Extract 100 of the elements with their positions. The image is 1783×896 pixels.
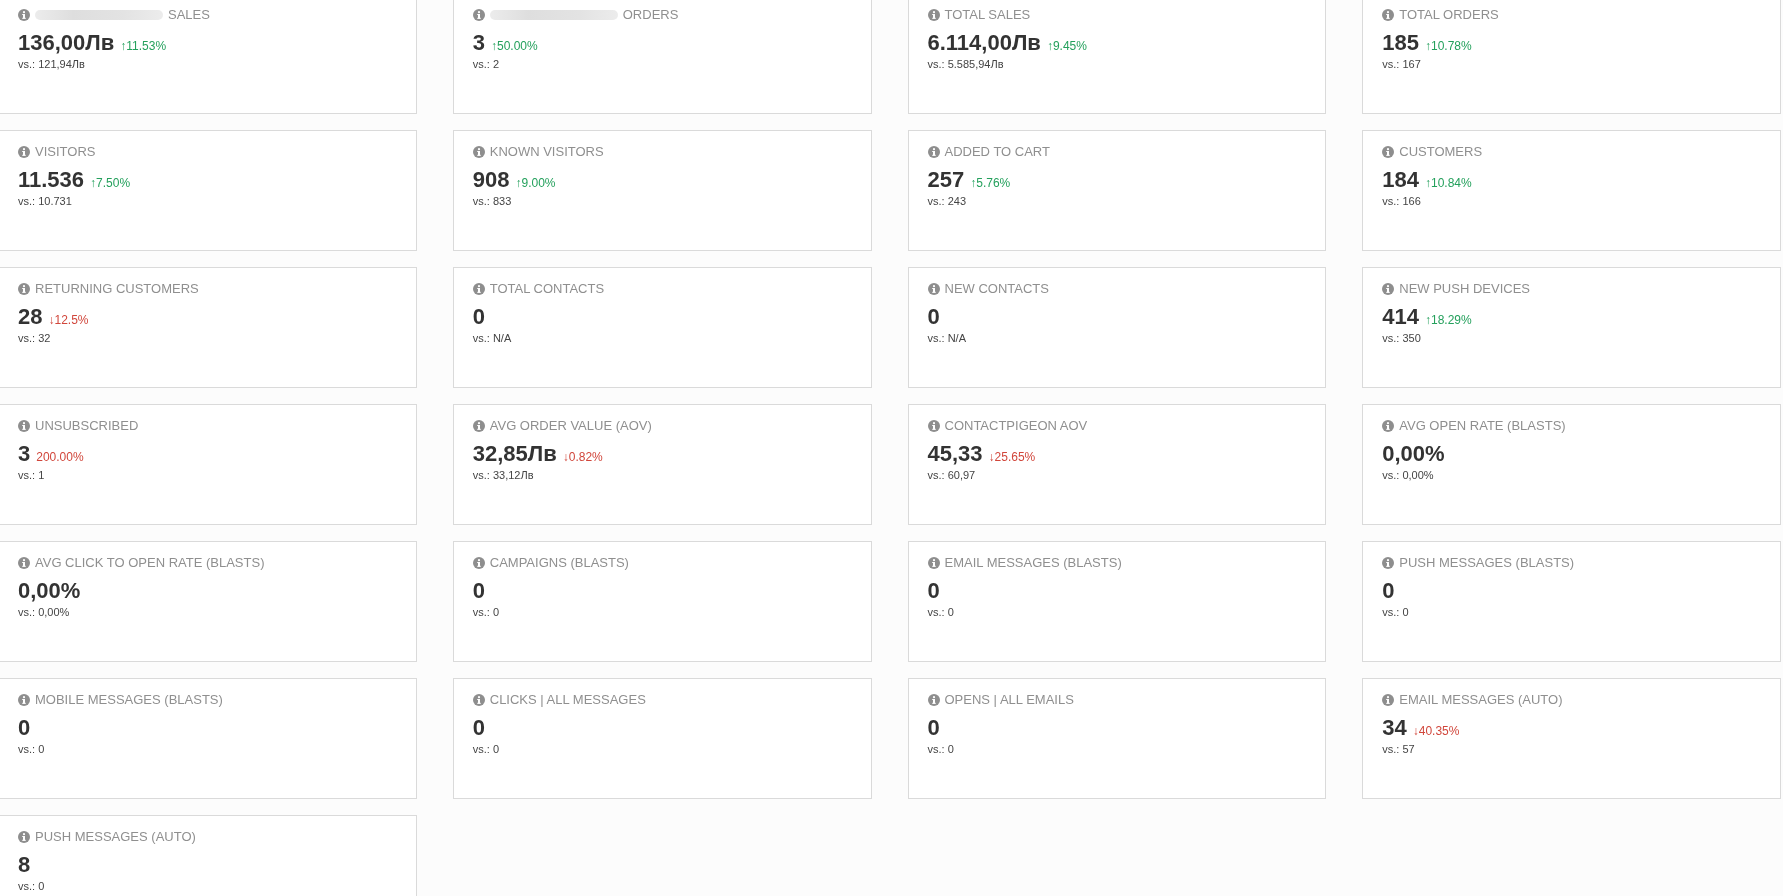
info-icon[interactable]: [472, 283, 485, 295]
comparison-value: vs.: N/A: [472, 331, 512, 345]
comparison-value: vs.: 833: [472, 194, 512, 208]
info-icon[interactable]: [927, 9, 940, 21]
comparison-value: vs.: 167: [1382, 57, 1421, 71]
metric-value: 0: [1382, 577, 1395, 605]
info-icon[interactable]: [1382, 146, 1395, 158]
metric-label: CONTACTPIGEON AOV: [944, 418, 1088, 434]
info-icon[interactable]: [927, 694, 940, 706]
metric-value: 136,00Лв: [18, 29, 115, 57]
metric-label: AVG CLICK TO OPEN RATE (BLASTS): [35, 555, 265, 571]
metric-value: 185: [1382, 29, 1419, 57]
comparison-value: vs.: 32: [18, 331, 51, 345]
info-icon[interactable]: [927, 146, 940, 158]
change-percent: ↓12.5%: [48, 313, 89, 327]
info-icon[interactable]: [1382, 420, 1395, 432]
info-icon[interactable]: [472, 420, 485, 432]
change-percent: ↑10.84%: [1424, 176, 1472, 190]
metric-label: ADDED TO CART: [944, 144, 1050, 160]
metric-value: 0,00%: [1382, 440, 1445, 468]
metric-value: 0: [472, 577, 485, 605]
metric-value: 0: [472, 714, 485, 742]
metric-label: RETURNING CUSTOMERS: [35, 281, 199, 297]
change-percent: ↑9.00%: [515, 176, 556, 190]
comparison-value: vs.: 5.585,94Лв: [927, 57, 1004, 71]
metric-label: VISITORS: [35, 144, 96, 160]
metric-label: AVG OPEN RATE (BLASTS): [1399, 418, 1566, 434]
change-percent: ↑5.76%: [970, 176, 1011, 190]
comparison-value: vs.: 0: [18, 879, 45, 893]
info-icon[interactable]: [1382, 694, 1395, 706]
info-icon[interactable]: [18, 283, 30, 295]
metric-label: TOTAL CONTACTS: [489, 281, 605, 297]
metric-value: 32,85Лв: [472, 440, 557, 468]
comparison-value: vs.: 166: [1382, 194, 1421, 208]
comparison-value: vs.: 1: [18, 468, 45, 482]
metric-label: UNSUBSCRIBED: [35, 418, 139, 434]
info-icon[interactable]: [18, 9, 30, 21]
info-icon[interactable]: [18, 420, 30, 432]
metric-label: AVG ORDER VALUE (AOV): [489, 418, 652, 434]
metric-value: 8: [18, 851, 31, 879]
metric-value: 0: [18, 714, 31, 742]
metric-value: 0: [927, 577, 940, 605]
metric-value: 28: [18, 303, 43, 331]
change-percent: ↑10.78%: [1424, 39, 1472, 53]
comparison-value: vs.: 0: [927, 742, 954, 756]
metric-label: TOTAL SALES: [944, 7, 1031, 23]
info-icon[interactable]: [927, 420, 940, 432]
comparison-value: vs.: N/A: [927, 331, 966, 345]
info-icon[interactable]: [472, 557, 485, 569]
comparison-value: vs.: 0: [472, 742, 500, 756]
change-percent: ↑50.00%: [491, 39, 538, 53]
comparison-value: vs.: 57: [1382, 742, 1415, 756]
metric-label: OPENS | ALL EMAILS: [944, 692, 1074, 708]
comparison-value: vs.: 0: [1382, 605, 1409, 619]
change-percent: 200.00%: [36, 450, 84, 464]
info-icon[interactable]: [1382, 9, 1395, 21]
info-icon[interactable]: [1382, 557, 1395, 569]
metric-label: MOBILE MESSAGES (BLASTS): [35, 692, 223, 708]
metric-value: 0: [927, 714, 940, 742]
metric-value: 45,33: [927, 440, 983, 468]
change-percent: ↑18.29%: [1424, 313, 1472, 327]
comparison-value: vs.: 0: [18, 742, 45, 756]
info-icon[interactable]: [18, 557, 30, 569]
metric-label: NEW CONTACTS: [944, 281, 1049, 297]
metric-label: PUSH MESSAGES (AUTO): [35, 829, 196, 845]
metric-value: 414: [1382, 303, 1419, 331]
info-icon[interactable]: [18, 694, 30, 706]
metric-value: 184: [1382, 166, 1419, 194]
metric-value: 257: [927, 166, 965, 194]
info-icon[interactable]: [18, 146, 30, 158]
comparison-value: vs.: 0,00%: [18, 605, 70, 619]
info-icon[interactable]: [927, 283, 940, 295]
metric-label: CUSTOMERS: [1399, 144, 1483, 160]
info-icon[interactable]: [472, 694, 485, 706]
metric-value: 3: [18, 440, 31, 468]
metric-value: 908: [472, 166, 510, 194]
change-percent: ↓25.65%: [988, 450, 1036, 464]
change-percent: ↓0.82%: [562, 450, 603, 464]
comparison-value: vs.: 0,00%: [1382, 468, 1434, 482]
info-icon[interactable]: [1382, 283, 1395, 295]
metric-label: EMAIL MESSAGES (BLASTS): [944, 555, 1122, 571]
metric-label: NEW PUSH DEVICES: [1399, 281, 1530, 297]
change-percent: ↑11.53%: [120, 39, 167, 53]
metric-label: CLICKS | ALL MESSAGES: [489, 692, 646, 708]
metric-value: 6.114,00Лв: [927, 29, 1041, 57]
comparison-value: vs.: 33,12Лв: [472, 468, 534, 482]
metric-value: 34: [1382, 714, 1407, 742]
metric-value: 11.536: [18, 166, 85, 194]
comparison-value: vs.: 121,94Лв: [18, 57, 85, 71]
info-icon[interactable]: [472, 146, 485, 158]
info-icon[interactable]: [18, 831, 30, 843]
metric-label: EMAIL MESSAGES (AUTO): [1399, 692, 1563, 708]
metric-label: KNOWN VISITORS: [489, 144, 604, 160]
metric-label: SALES: [168, 7, 210, 23]
change-percent: ↑9.45%: [1046, 39, 1087, 53]
info-icon[interactable]: [927, 557, 940, 569]
metric-value: 0: [472, 303, 485, 331]
info-icon[interactable]: [472, 9, 485, 21]
comparison-value: vs.: 350: [1382, 331, 1421, 345]
metric-value: 0: [927, 303, 940, 331]
